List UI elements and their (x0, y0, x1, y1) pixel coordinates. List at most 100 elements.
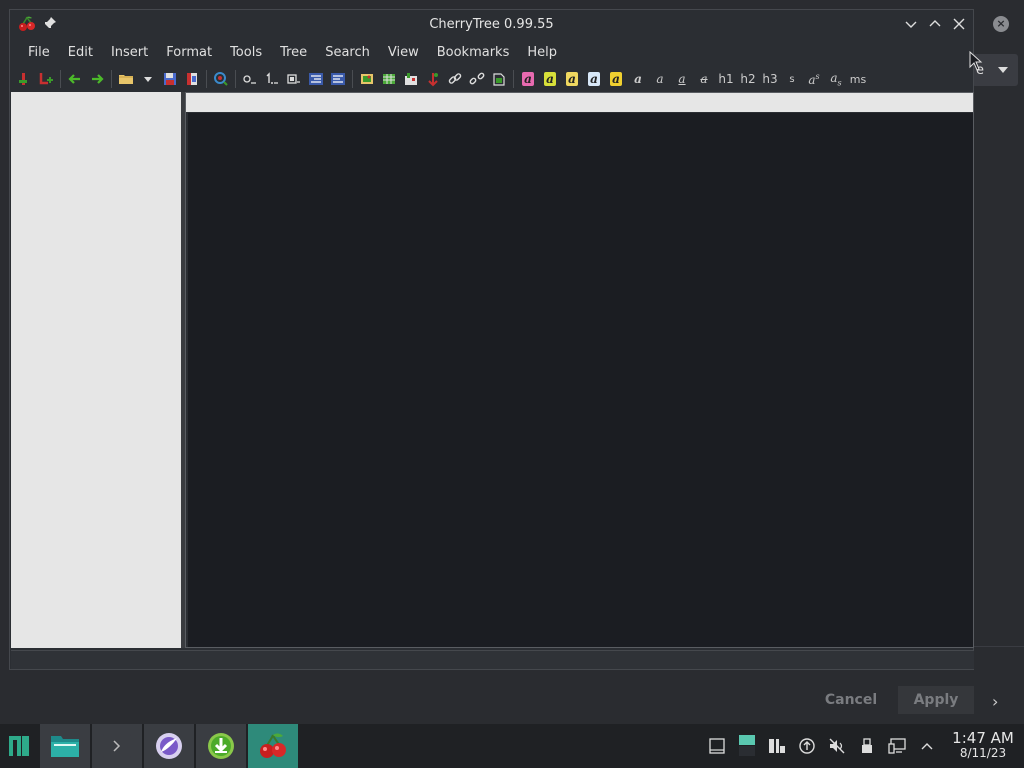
clock[interactable]: 1:47 AM 8/11/23 (942, 731, 1024, 761)
insert-link-button[interactable] (444, 69, 466, 89)
color-background-button[interactable]: a (539, 69, 561, 89)
toolbar-separator (111, 70, 112, 88)
add-subnode-button[interactable] (35, 69, 57, 89)
highlight-icon: a (610, 72, 622, 86)
underline-button[interactable]: a (671, 69, 693, 89)
menu-insert[interactable]: Insert (102, 39, 157, 67)
tray-tasks[interactable] (765, 734, 789, 758)
indent-button[interactable] (305, 69, 327, 89)
small-button[interactable]: s (781, 69, 803, 89)
toolbar-separator (60, 70, 61, 88)
unindent-button[interactable] (327, 69, 349, 89)
monospace-button[interactable]: ms (847, 69, 869, 89)
add-subnode-icon (39, 73, 53, 85)
format-italic-icon: a (656, 72, 664, 86)
numbered-list-button[interactable] (261, 69, 283, 89)
cancel-button[interactable]: Cancel (815, 686, 887, 714)
background-close-icon[interactable]: × (993, 16, 1009, 32)
insert-codebox-button[interactable] (400, 69, 422, 89)
arrow-right-icon (92, 74, 104, 84)
menu-help[interactable]: Help (518, 39, 566, 67)
go-back-button[interactable] (64, 69, 86, 89)
text-editor[interactable] (188, 113, 973, 647)
menu-bookmarks[interactable]: Bookmarks (428, 39, 519, 67)
toolbar: a a a a a a a a a h1 h2 h3 s as as ms (10, 67, 973, 91)
go-forward-button[interactable] (86, 69, 108, 89)
toolbar-separator (352, 70, 353, 88)
color-foreground-button[interactable]: a (517, 69, 539, 89)
italic-button[interactable]: a (583, 69, 605, 89)
superscript-button[interactable]: as (803, 69, 825, 89)
menu-tree[interactable]: Tree (271, 39, 316, 67)
heading3-icon: h3 (762, 72, 778, 86)
remove-link-button[interactable] (466, 69, 488, 89)
insert-toc-button[interactable] (488, 69, 510, 89)
menu-format[interactable]: Format (157, 39, 221, 67)
add-node-button[interactable] (13, 69, 35, 89)
window-title: CherryTree 0.99.55 (429, 17, 554, 32)
format-bold-icon: a (634, 72, 642, 86)
codebox-icon (405, 73, 417, 85)
menu-file[interactable]: File (19, 39, 59, 67)
tray-vault[interactable] (735, 734, 759, 758)
chevron-up-icon (921, 743, 933, 750)
bulleted-list-button[interactable] (239, 69, 261, 89)
unindent-icon (331, 73, 345, 85)
export-pdf-button[interactable] (181, 69, 203, 89)
taskbar-browser[interactable] (144, 724, 194, 768)
editor-container (185, 92, 974, 648)
format-bold-button[interactable]: a (627, 69, 649, 89)
heading1-button[interactable]: h1 (715, 69, 737, 89)
subscript-button[interactable]: as (825, 69, 847, 89)
taskbar-cherrytree[interactable] (248, 724, 298, 768)
menu-view[interactable]: View (379, 39, 428, 67)
strikethrough-button[interactable]: a (693, 69, 715, 89)
menu-edit[interactable]: Edit (59, 39, 102, 67)
insert-table-button[interactable] (378, 69, 400, 89)
tray-usb[interactable] (855, 734, 879, 758)
toc-icon (493, 73, 505, 86)
insert-anchor-button[interactable] (422, 69, 444, 89)
taskbar-terminal[interactable] (92, 724, 142, 768)
insert-image-button[interactable] (356, 69, 378, 89)
strikethrough-icon: a (700, 72, 708, 86)
title-bar[interactable]: CherryTree 0.99.55 (10, 10, 973, 39)
recent-files-dropdown[interactable] (137, 69, 159, 89)
close-icon[interactable] (951, 16, 967, 32)
bold-button[interactable]: a (561, 69, 583, 89)
open-file-button[interactable] (115, 69, 137, 89)
search-icon (214, 72, 228, 86)
tray-network[interactable] (885, 734, 909, 758)
numbered-list-icon (266, 72, 278, 84)
chevron-right-icon[interactable]: › (992, 692, 998, 711)
tray-clipboard[interactable] (705, 734, 729, 758)
maximize-icon[interactable] (927, 16, 943, 32)
minimize-icon[interactable] (903, 16, 919, 32)
italic-icon: a (588, 72, 600, 86)
highlight-button[interactable]: a (605, 69, 627, 89)
subscript-icon: as (830, 70, 842, 88)
find-in-nodes-button[interactable] (210, 69, 232, 89)
heading2-button[interactable]: h2 (737, 69, 759, 89)
tree-pane[interactable] (11, 92, 181, 648)
toolbar-separator (206, 70, 207, 88)
heading1-icon: h1 (718, 72, 734, 86)
todo-list-button[interactable] (283, 69, 305, 89)
tray-expand[interactable] (915, 734, 939, 758)
menu-search[interactable]: Search (316, 39, 379, 67)
menu-bar: File Edit Insert Format Tools Tree Searc… (10, 39, 973, 67)
format-italic-button[interactable]: a (649, 69, 671, 89)
taskbar-file-manager[interactable] (40, 724, 90, 768)
start-menu-button[interactable] (0, 724, 38, 768)
menu-tools[interactable]: Tools (221, 39, 271, 67)
tray-volume[interactable] (825, 734, 849, 758)
export-icon (187, 73, 197, 85)
browser-icon (156, 733, 182, 759)
tray-updates[interactable] (795, 734, 819, 758)
task-manager-icon (769, 739, 785, 753)
taskbar-download-manager[interactable] (196, 724, 246, 768)
image-icon (361, 74, 373, 84)
apply-button[interactable]: Apply (898, 686, 974, 714)
save-button[interactable] (159, 69, 181, 89)
heading3-button[interactable]: h3 (759, 69, 781, 89)
